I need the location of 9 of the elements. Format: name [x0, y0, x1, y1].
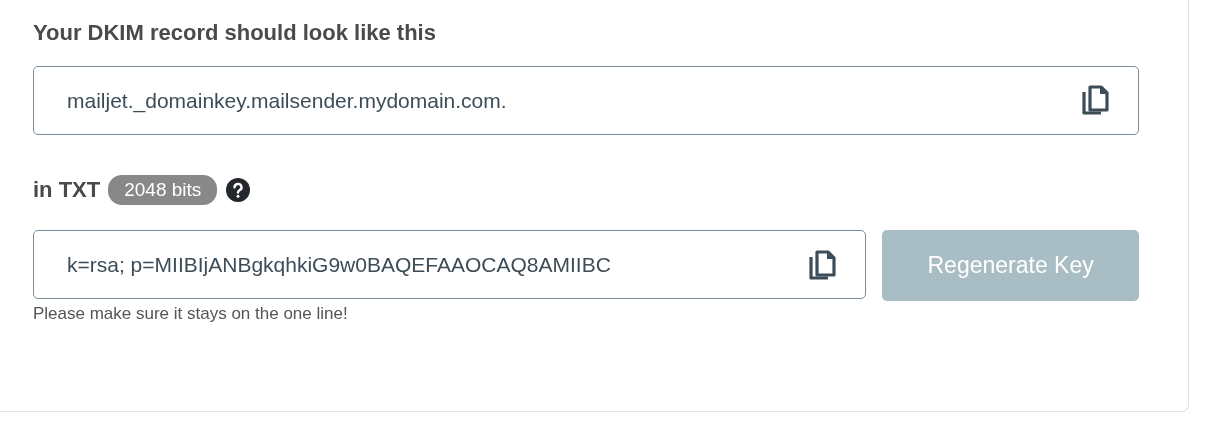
record-type-label: in TXT [33, 176, 101, 204]
key-value-field[interactable]: k=rsa; p=MIIBIjANBgkqhkiG9w0BAQEFAAOCAQ8AMIIBC [33, 230, 867, 299]
copy-icon[interactable] [1081, 84, 1109, 117]
help-text: Please make sure it stays on the one line! [33, 303, 349, 325]
help-icon[interactable] [225, 176, 252, 203]
section-title: Your DKIM record should look like this [33, 19, 437, 47]
key-size-badge: 2048 bits [108, 174, 218, 205]
record-name-field[interactable]: mailjet._domainkey.mailsender.mydomain.com. [33, 66, 1139, 135]
copy-icon[interactable] [808, 249, 837, 282]
